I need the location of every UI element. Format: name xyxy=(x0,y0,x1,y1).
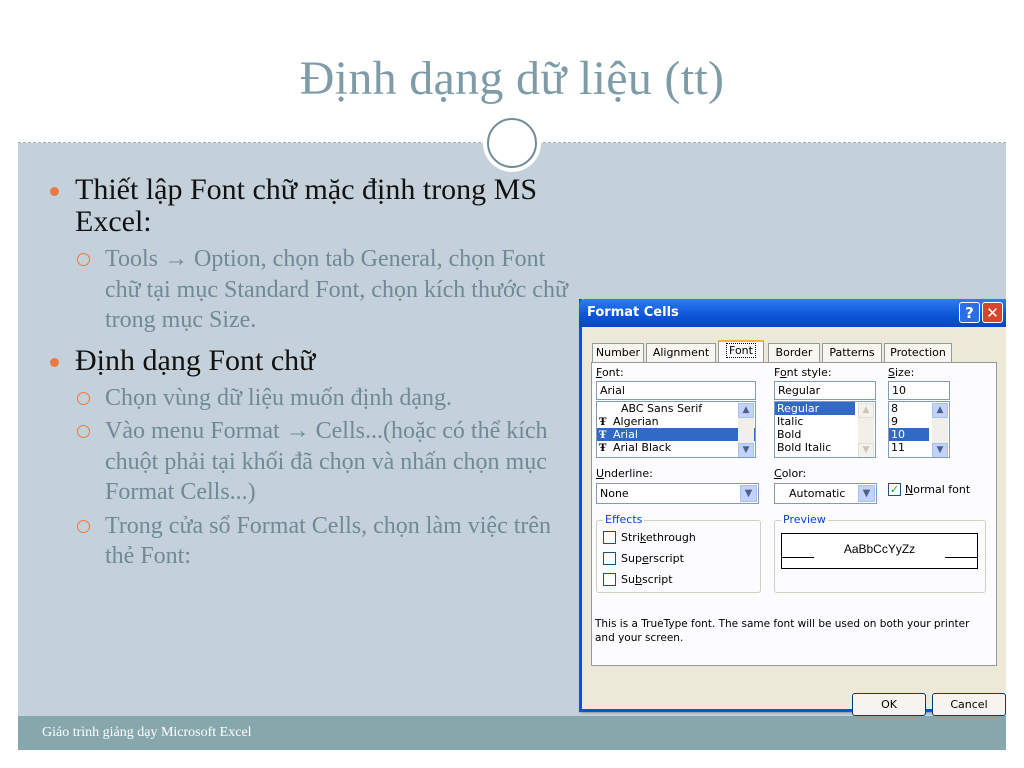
preview-sample: AaBbCcYyZz xyxy=(843,542,916,556)
tab-font-label: Font xyxy=(726,343,756,358)
font-style-input[interactable]: Regular xyxy=(774,381,876,400)
font-list[interactable]: ABC Sans Serif Ŧ Algerian Ŧ Arial Ŧ Arial B… xyxy=(596,401,756,458)
scroll-up-icon[interactable]: ▲ xyxy=(858,403,874,418)
font-scrollbar[interactable]: ▲ ▼ xyxy=(738,403,754,457)
effects-title: Effects xyxy=(603,513,645,526)
bullet-ring-icon xyxy=(77,519,90,533)
tab-alignment[interactable]: Alignment xyxy=(646,343,716,362)
bullet-ring-icon xyxy=(77,253,90,266)
slide-title: Định dạng dữ liệu (tt) xyxy=(299,52,725,105)
font-style-item-selected[interactable]: Regular xyxy=(775,402,855,415)
close-button[interactable]: ✕ xyxy=(982,302,1003,323)
font-list-item[interactable]: ABC Sans Serif xyxy=(597,402,755,415)
tab-number[interactable]: Number xyxy=(592,343,644,362)
truetype-icon: Ŧ xyxy=(599,443,607,454)
preview-box: AaBbCcYyZz xyxy=(781,533,978,569)
bullet-level2: Trong cửa sổ Format Cells, chọn làm việc… xyxy=(48,511,568,572)
strikethrough-label: Strikethrough xyxy=(621,531,696,544)
footer-bar: Giáo trình giảng dạy Microsoft Excel xyxy=(18,716,1006,750)
bullet-text: Thiết lập Font chữ mặc định trong MS Exc… xyxy=(75,173,538,238)
font-info-text: This is a TrueType font. The same font w… xyxy=(595,618,970,644)
font-label: Font: xyxy=(596,366,624,379)
size-scrollbar[interactable]: ▲ ▼ xyxy=(932,403,948,457)
subscript-label: Subscript xyxy=(621,573,673,586)
slide: Định dạng dữ liệu (tt) Thiết lập Font ch… xyxy=(18,18,1006,750)
scroll-up-icon[interactable]: ▲ xyxy=(738,403,754,418)
effects-group: Effects Strikethrough Superscript Subscr… xyxy=(596,513,761,593)
scroll-down-icon[interactable]: ▼ xyxy=(932,443,948,457)
font-input[interactable]: Arial xyxy=(596,381,756,400)
normal-font-label: Normal font xyxy=(905,483,971,496)
superscript-label: Superscript xyxy=(621,552,684,565)
scroll-down-icon[interactable]: ▼ xyxy=(738,443,754,457)
size-input[interactable]: 10 xyxy=(888,381,950,400)
chevron-down-icon[interactable]: ▼ xyxy=(858,485,875,502)
tab-border[interactable]: Border xyxy=(768,343,820,362)
ok-button[interactable]: OK xyxy=(852,693,926,716)
bullet-level2: Vào menu Format → Cells...(hoặc có thể k… xyxy=(48,416,568,508)
cancel-button[interactable]: Cancel xyxy=(932,693,1006,716)
font-style-label: Font style: xyxy=(774,366,832,379)
sub-bullet-text: Chọn vùng dữ liệu muốn định dạng. xyxy=(105,384,452,411)
circle-ornament xyxy=(483,114,541,172)
scroll-down-icon[interactable]: ▼ xyxy=(858,443,874,457)
superscript-checkbox[interactable] xyxy=(603,552,616,565)
bullet-level2: Chọn vùng dữ liệu muốn định dạng. xyxy=(48,383,568,414)
bullet-content: Thiết lập Font chữ mặc định trong MS Exc… xyxy=(48,174,568,575)
color-select[interactable]: Automatic ▼ xyxy=(774,483,877,504)
normal-font-checkbox[interactable]: ✓ xyxy=(888,483,901,496)
bullet-level1: Thiết lập Font chữ mặc định trong MS Exc… xyxy=(48,174,568,238)
dialog-title: Format Cells xyxy=(587,305,679,320)
dialog-titlebar[interactable]: Format Cells ? ✕ xyxy=(579,299,1006,327)
font-list-item[interactable]: Ŧ Algerian xyxy=(597,415,755,428)
scroll-up-icon[interactable]: ▲ xyxy=(932,403,948,418)
font-tab-panel: Font: Arial ABC Sans Serif Ŧ Algerian Ŧ Ar… xyxy=(591,362,997,666)
preview-group: Preview AaBbCcYyZz xyxy=(774,513,986,593)
bullet-ring-icon xyxy=(77,391,90,405)
help-button[interactable]: ? xyxy=(959,302,980,323)
color-value: Automatic xyxy=(789,487,846,500)
bullet-ring-icon xyxy=(77,425,90,438)
color-label: Color: xyxy=(774,467,807,480)
circle-ring-icon xyxy=(487,118,537,168)
underline-value: None xyxy=(600,487,629,500)
size-label: Size: xyxy=(888,366,915,379)
sub-bullet-text: Tools → Option, chọn tab General, chọn F… xyxy=(105,246,568,333)
bullet-dot-icon xyxy=(50,357,59,367)
font-style-list[interactable]: Regular Italic Bold Bold Italic ▲ ▼ xyxy=(774,401,876,458)
footer-text: Giáo trình giảng dạy Microsoft Excel xyxy=(42,725,252,740)
tab-protection[interactable]: Protection xyxy=(884,343,952,362)
underline-select[interactable]: None ▼ xyxy=(596,483,759,504)
chevron-down-icon[interactable]: ▼ xyxy=(740,485,757,502)
preview-baseline xyxy=(782,557,814,558)
tab-font[interactable]: Font xyxy=(718,340,764,363)
tab-patterns[interactable]: Patterns xyxy=(822,343,882,362)
sub-bullet-text: Vào menu Format → Cells...(hoặc có thể k… xyxy=(105,418,548,505)
bullet-text: Định dạng Font chữ xyxy=(75,343,316,377)
subscript-checkbox[interactable] xyxy=(603,573,616,586)
format-cells-dialog: Format Cells ? ✕ Number Alignment Font B… xyxy=(579,299,1006,716)
font-list-item[interactable]: Ŧ Arial Black xyxy=(597,441,755,454)
preview-title: Preview xyxy=(781,513,828,526)
bullet-level2: Tools → Option, chọn tab General, chọn F… xyxy=(48,244,568,336)
size-item-selected[interactable]: 10 xyxy=(889,428,929,441)
size-list[interactable]: 8 9 10 11 ▲ ▼ xyxy=(888,401,950,458)
strikethrough-checkbox[interactable] xyxy=(603,531,616,544)
font-style-scrollbar[interactable]: ▲ ▼ xyxy=(858,403,874,457)
font-list-item-selected[interactable]: Ŧ Arial xyxy=(597,428,755,441)
preview-baseline xyxy=(945,557,977,558)
bullet-level1: Định dạng Font chữ xyxy=(48,343,568,377)
sub-bullet-text: Trong cửa sổ Format Cells, chọn làm việc… xyxy=(105,512,552,570)
underline-label: Underline: xyxy=(596,467,653,480)
bullet-dot-icon xyxy=(50,187,59,196)
